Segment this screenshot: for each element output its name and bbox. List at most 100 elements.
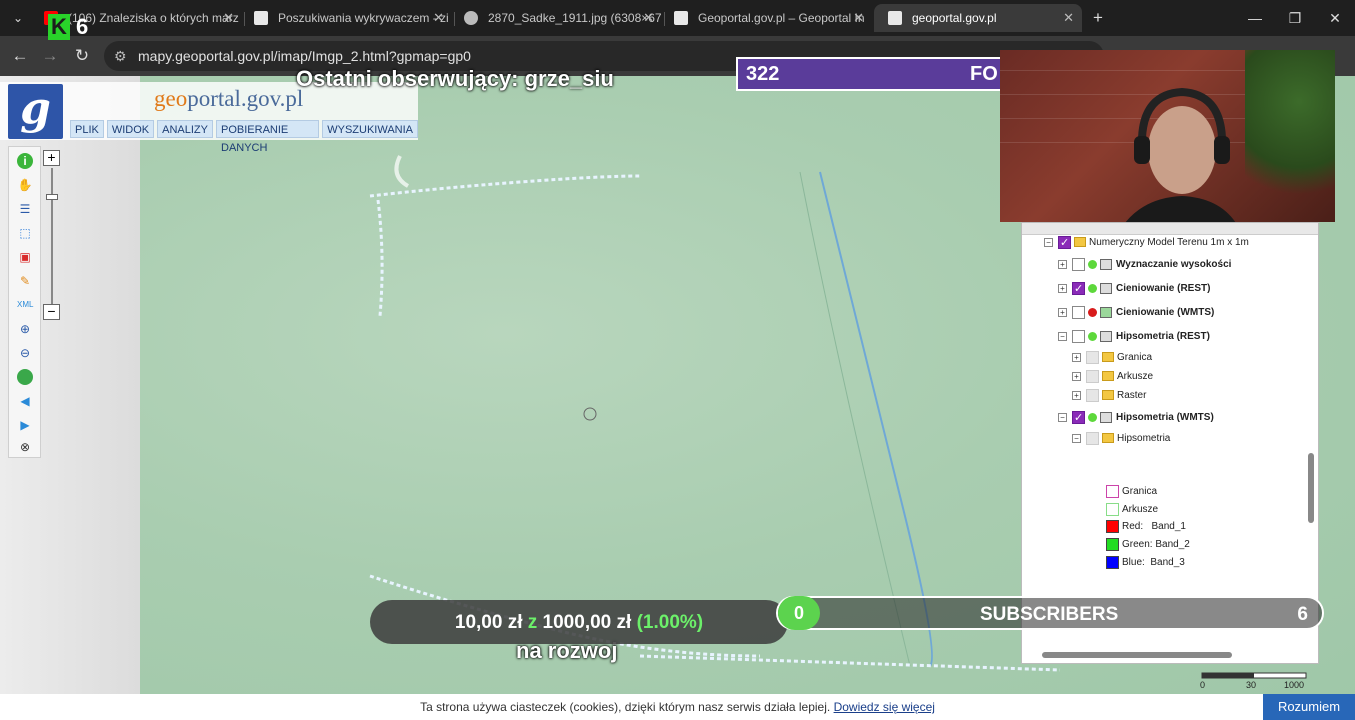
legend-label: Blue: Band_3 [1122, 557, 1185, 568]
expand-icon[interactable]: + [1058, 259, 1067, 269]
layer-checkbox[interactable] [1072, 329, 1085, 343]
menu-plik[interactable]: PLIK [70, 120, 104, 138]
tab-title: Geoportal.gov.pl – Geoportal In [698, 11, 865, 25]
zoom-in-button[interactable]: + [43, 150, 60, 166]
panel-tabs[interactable] [1022, 223, 1318, 235]
layer-checkbox[interactable] [1086, 431, 1099, 445]
tab-sadke[interactable]: 2870_Sadke_1911.jpg (6308×67 ✕ [450, 4, 662, 32]
scroll-thumb[interactable] [1042, 652, 1232, 658]
layer-row[interactable]: + Cieniowanie (WMTS) [1058, 305, 1214, 321]
xml-icon[interactable]: XML [17, 297, 33, 313]
goal-label: FO [970, 63, 998, 85]
layer-row[interactable]: + Wyznaczanie wysokości [1058, 257, 1231, 273]
layer-checkbox[interactable] [1086, 388, 1099, 402]
subs-count: 6 [1297, 604, 1308, 625]
reload-icon[interactable]: ↻ [70, 44, 94, 68]
layer-checkbox[interactable] [1072, 410, 1085, 426]
minimize-icon[interactable]: — [1240, 6, 1270, 30]
menu-wyszukiwania[interactable]: WYSZUKIWANIA [322, 120, 418, 138]
forward-icon[interactable]: ▶ [17, 417, 33, 433]
status-dot [1088, 331, 1097, 341]
info-icon[interactable]: i [17, 153, 33, 169]
legend-swatch [1106, 502, 1119, 516]
legend-label: Green: Band_2 [1122, 539, 1190, 550]
zoom-out-button[interactable]: − [43, 304, 60, 320]
follower-goal: 322 FO [736, 57, 1006, 91]
menu-widok[interactable]: WIDOK [106, 120, 155, 138]
collapse-icon[interactable]: − [1058, 412, 1067, 422]
select-icon[interactable]: ⬚ [17, 225, 33, 241]
layer-checkbox[interactable] [1086, 369, 1099, 383]
folder-icon [1102, 371, 1114, 382]
hand-icon[interactable]: ✋ [17, 177, 33, 193]
tab-poszukiwania[interactable]: Poszukiwania wykrywaczem - zi ✕ [240, 4, 452, 32]
collapse-icon[interactable]: − [1044, 237, 1053, 247]
layer-checkbox[interactable] [1072, 305, 1085, 319]
zoom-out-icon[interactable]: ⊖ [17, 345, 33, 361]
legend-label: Arkusze [1122, 504, 1159, 515]
layer-label: Hipsometria (REST) [1116, 331, 1210, 342]
close-icon[interactable]: ✕ [643, 4, 654, 32]
zoom-thumb[interactable] [46, 194, 58, 200]
collapse-icon[interactable]: − [1072, 433, 1081, 443]
geoportal-wordmark: geoportal.gov.pl [154, 86, 303, 112]
sublayer-row[interactable]: + Arkusze [1072, 369, 1153, 385]
erase-icon[interactable]: ▣ [17, 249, 33, 265]
tab-geoportal-active[interactable]: geoportal.gov.pl ✕ [874, 4, 1082, 32]
expand-icon[interactable]: + [1072, 390, 1081, 400]
layer-label: Wyznaczanie wysokości [1116, 259, 1232, 270]
new-tab-button[interactable]: + [1086, 6, 1110, 30]
pencil-icon[interactable]: ✎ [17, 273, 33, 289]
expand-icon[interactable]: + [1072, 371, 1081, 381]
geoportal-logo[interactable]: g [8, 84, 63, 139]
menu-analizy[interactable]: ANALIZY [157, 120, 213, 138]
layer-checkbox[interactable] [1086, 350, 1099, 364]
close-icon[interactable]: ✕ [1063, 4, 1074, 32]
close-icon[interactable]: ✕ [853, 4, 864, 32]
legend-swatch [1106, 484, 1119, 498]
tab-search-button[interactable]: ⌄ [6, 6, 30, 30]
webcam-feed [1000, 50, 1335, 222]
cookie-more-link[interactable]: Dowiedz się więcej [834, 700, 935, 714]
measure-icon[interactable]: ⊗ [17, 439, 33, 455]
close-window-icon[interactable]: ✕ [1320, 6, 1350, 30]
layer-root[interactable]: − Numeryczny Model Terenu 1m x 1m [1044, 235, 1249, 251]
layer-label: Hipsometria (WMTS) [1116, 412, 1214, 423]
layer-row[interactable]: − Hipsometria (WMTS) [1058, 410, 1214, 426]
cookie-text: Ta strona używa ciasteczek (cookies), dz… [420, 700, 831, 714]
sublayer-row[interactable]: + Raster [1072, 388, 1146, 404]
cookie-accept-button[interactable]: Rozumiem [1263, 694, 1355, 720]
forward-icon[interactable]: → [38, 44, 62, 68]
layer-row[interactable]: + Cieniowanie (REST) [1058, 281, 1210, 297]
zoom-track[interactable] [51, 168, 53, 304]
legend-swatch [1106, 555, 1119, 569]
site-settings-icon[interactable]: ⚙ [114, 41, 127, 71]
menu-pobieranie-danych[interactable]: POBIERANIE DANYCH [216, 120, 320, 154]
follower-alert: Ostatni obserwujący: grze_siu [296, 66, 614, 91]
close-icon[interactable]: ✕ [433, 4, 444, 32]
legend-item: Red: Band_1 [1106, 519, 1186, 535]
layers-list-icon[interactable]: ☰ [17, 201, 33, 217]
legend-label: Granica [1122, 486, 1158, 497]
panel-horizontal-scrollbar[interactable] [1030, 651, 1306, 659]
restore-icon[interactable]: ❐ [1280, 6, 1310, 30]
layer-row[interactable]: − Hipsometria (REST) [1058, 329, 1210, 345]
scroll-thumb[interactable] [1308, 453, 1314, 523]
globe-icon[interactable] [17, 369, 33, 385]
expand-icon[interactable]: + [1058, 307, 1067, 317]
collapse-icon[interactable]: − [1058, 331, 1067, 341]
zoom-in-icon[interactable]: ⊕ [17, 321, 33, 337]
back-icon[interactable]: ← [8, 44, 32, 68]
sublayer-row[interactable]: + Granica [1072, 350, 1152, 366]
tab-geoportal-info[interactable]: Geoportal.gov.pl – Geoportal In ✕ [660, 4, 872, 32]
panel-vertical-scrollbar[interactable] [1306, 307, 1316, 637]
expand-icon[interactable]: + [1072, 352, 1081, 362]
back-icon[interactable]: ◀ [17, 393, 33, 409]
close-icon[interactable]: ✕ [223, 4, 234, 32]
sublayer-row[interactable]: − Hipsometria [1072, 431, 1170, 447]
zoom-slider[interactable]: + − [43, 150, 61, 320]
layer-checkbox[interactable] [1058, 235, 1071, 251]
layer-checkbox[interactable] [1072, 281, 1085, 297]
layer-checkbox[interactable] [1072, 257, 1085, 271]
expand-icon[interactable]: + [1058, 283, 1067, 293]
